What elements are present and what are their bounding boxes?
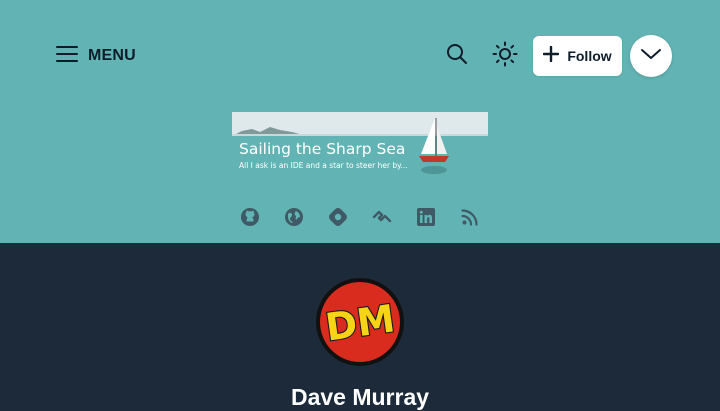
sun-icon (492, 41, 518, 72)
expand-button[interactable] (630, 35, 672, 77)
logo-title: Sailing the Sharp Sea (239, 140, 406, 158)
follow-label: Follow (567, 48, 612, 64)
hashnode-icon (327, 206, 349, 233)
social-links (238, 207, 482, 231)
github-link[interactable] (238, 207, 262, 231)
theme-toggle-button[interactable] (489, 40, 521, 72)
blog-logo[interactable]: Sailing the Sharp Sea All I ask is an ID… (232, 112, 488, 176)
search-button[interactable] (441, 40, 473, 72)
chevron-down-icon (640, 47, 662, 66)
rss-link[interactable] (458, 207, 482, 231)
menu-button[interactable]: MENU (56, 40, 136, 72)
linkedin-icon (416, 207, 436, 232)
rss-icon (460, 207, 480, 232)
hashnode-link[interactable] (326, 207, 350, 231)
github-icon (240, 207, 260, 232)
devto-link[interactable] (370, 207, 394, 231)
website-link[interactable] (282, 207, 306, 231)
menu-label: MENU (88, 47, 136, 64)
hamburger-icon (56, 45, 78, 68)
globe-icon (284, 207, 304, 232)
plus-icon (543, 45, 560, 67)
devto-icon (372, 207, 392, 232)
author-avatar[interactable]: DM (314, 276, 406, 368)
author-name: Dave Murray (290, 384, 430, 410)
search-icon (445, 42, 469, 71)
sailboat-icon (419, 118, 449, 174)
linkedin-link[interactable] (414, 207, 438, 231)
logo-tagline: All I ask is an IDE and a star to steer … (239, 161, 408, 170)
blog-header: MENU Follow Sailing the Sharp Sea All I … (0, 0, 720, 243)
follow-button[interactable]: Follow (533, 36, 622, 76)
